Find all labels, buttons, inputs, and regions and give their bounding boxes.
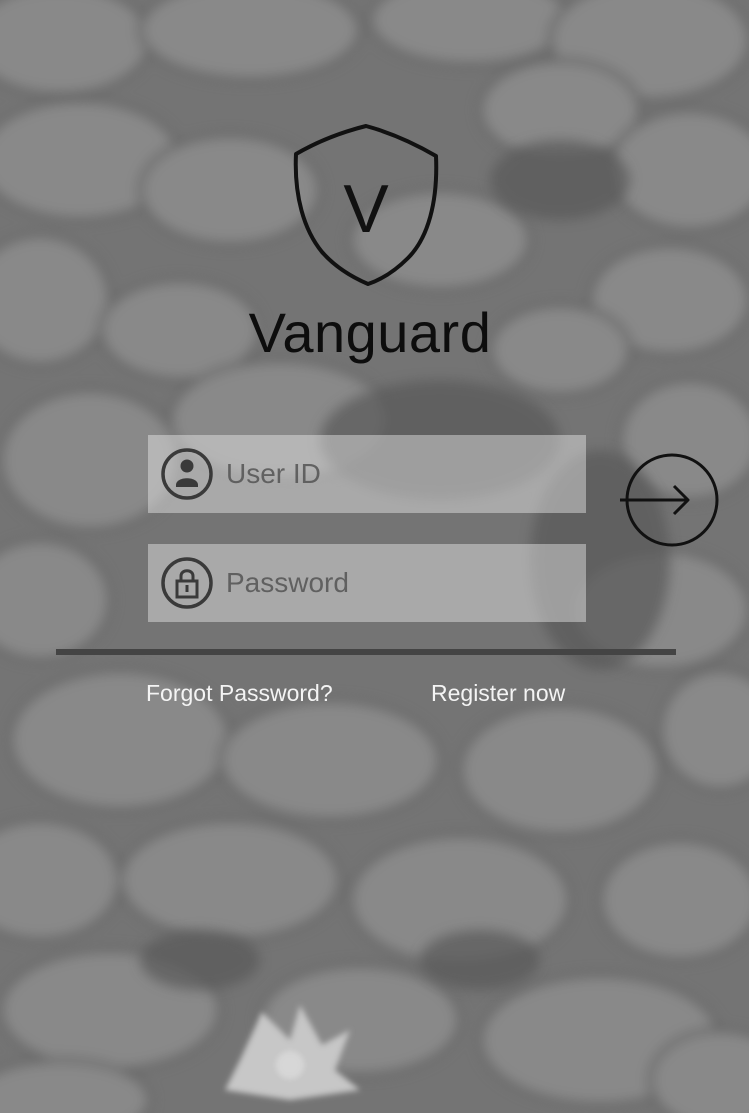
password-input[interactable] xyxy=(226,544,576,622)
lock-icon xyxy=(160,556,214,610)
logo-letter: V xyxy=(343,171,389,247)
register-link[interactable]: Register now xyxy=(431,680,565,707)
shield-icon: V xyxy=(290,122,442,288)
user-id-field[interactable] xyxy=(148,435,586,513)
password-field[interactable] xyxy=(148,544,586,622)
arrow-right-circle-icon xyxy=(620,453,719,547)
user-icon xyxy=(160,447,214,501)
forgot-password-link[interactable]: Forgot Password? xyxy=(146,680,333,707)
app-title: Vanguard xyxy=(248,301,492,364)
divider xyxy=(56,649,676,655)
user-id-input[interactable] xyxy=(226,435,576,513)
login-submit-button[interactable] xyxy=(618,452,724,548)
